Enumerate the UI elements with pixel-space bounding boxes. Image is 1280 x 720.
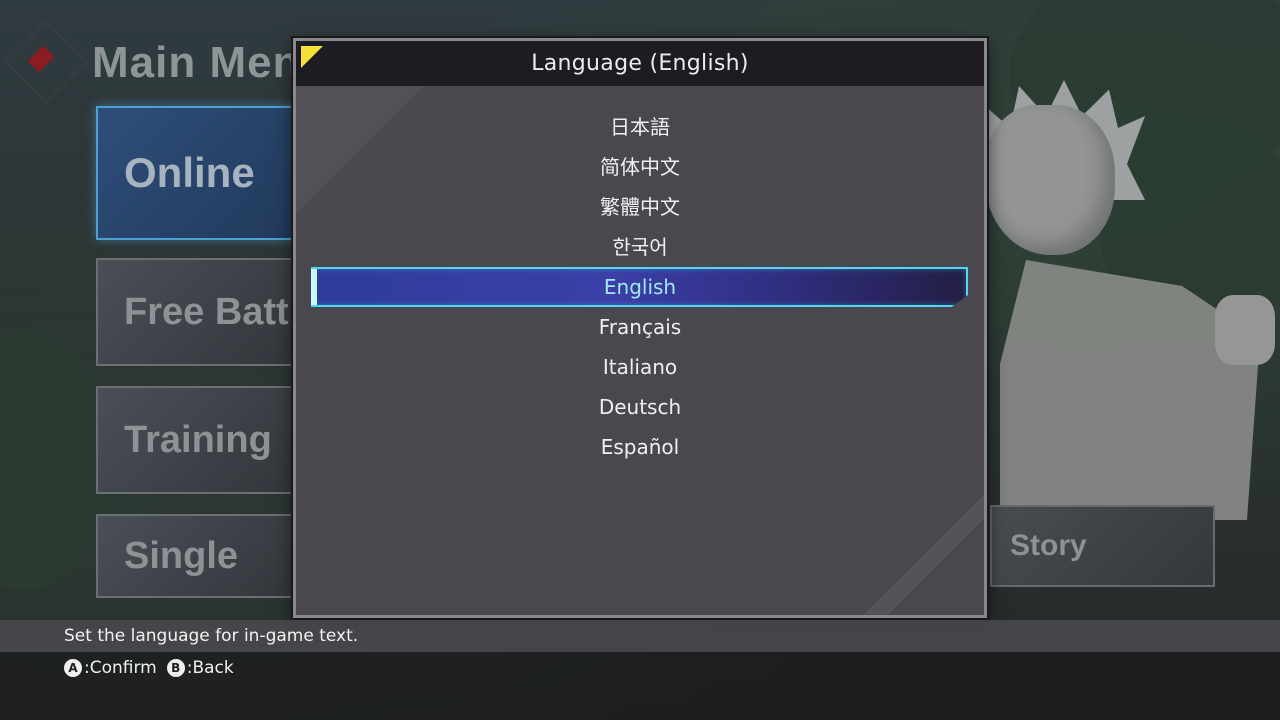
language-label: Deutsch [598, 395, 682, 419]
language-label: 繁體中文 [600, 195, 680, 219]
menu-card-training[interactable]: Training [96, 386, 296, 494]
language-dialog: Language (English) 日本語 简体中文 繁體中文 한국어 Eng… [293, 38, 987, 618]
main-menu-title: Main Men [92, 38, 301, 87]
selection-notch [311, 269, 317, 305]
back-prompt[interactable]: B :Back [166, 658, 234, 678]
confirm-label: :Confirm [84, 658, 157, 678]
language-option-simplified-chinese[interactable]: 简体中文 [296, 147, 984, 187]
button-prompts: A :Confirm B :Back [64, 658, 244, 678]
language-option-korean[interactable]: 한국어 [296, 227, 984, 267]
confirm-prompt[interactable]: A :Confirm [64, 658, 157, 678]
language-option-spanish[interactable]: Español [296, 427, 984, 467]
language-option-japanese[interactable]: 日本語 [296, 107, 984, 147]
b-button-icon: B [166, 659, 185, 677]
help-bar: Set the language for in-game text. [0, 620, 1280, 652]
menu-card-label: Training [124, 418, 272, 461]
language-label: Italiano [602, 355, 678, 379]
menu-card-label: Free Batt [124, 290, 289, 333]
dialog-header: Language (English) [296, 41, 984, 86]
help-text: Set the language for in-game text. [64, 626, 359, 646]
menu-card-label: Online [124, 149, 255, 196]
language-label: 日本語 [610, 115, 670, 139]
back-label: :Back [186, 658, 234, 678]
menu-card-free-battle[interactable]: Free Batt [96, 258, 296, 366]
language-label: Español [600, 435, 680, 459]
language-option-italian[interactable]: Italiano [296, 347, 984, 387]
menu-card-story[interactable]: Story [990, 505, 1215, 587]
language-label: 한국어 [612, 235, 668, 259]
language-list: 日本語 简体中文 繁體中文 한국어 English Français Itali… [296, 107, 984, 467]
corner-marker-icon [301, 46, 323, 68]
language-option-english[interactable]: English [296, 267, 984, 307]
menu-card-label: Story [1010, 529, 1087, 562]
language-option-french[interactable]: Français [296, 307, 984, 347]
dialog-title: Language (English) [531, 51, 749, 76]
language-label: 简体中文 [600, 155, 680, 179]
a-button-icon: A [64, 659, 82, 677]
language-option-traditional-chinese[interactable]: 繁體中文 [296, 187, 984, 227]
controls-bar: A :Confirm B :Back [0, 652, 1280, 720]
language-label: English [603, 275, 677, 299]
menu-card-label: Single [124, 534, 239, 577]
menu-card-online[interactable]: Online [96, 106, 296, 240]
menu-card-single[interactable]: Single [96, 514, 296, 598]
language-label: Français [598, 315, 682, 339]
language-option-german[interactable]: Deutsch [296, 387, 984, 427]
